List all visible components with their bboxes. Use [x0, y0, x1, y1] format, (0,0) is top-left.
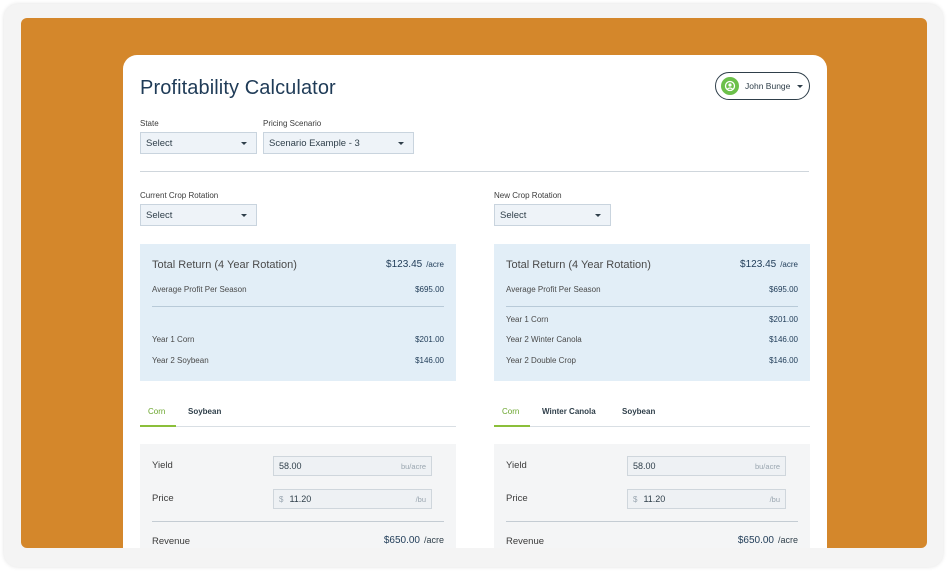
chevron-down-icon: [241, 142, 247, 145]
inputs-divider: [152, 521, 444, 522]
price-unit: /bu: [769, 494, 780, 504]
avg-profit-row: Average Profit Per Season $695.00: [152, 285, 444, 294]
price-input[interactable]: $ 11.20 /bu: [627, 489, 786, 509]
state-select-value: Select: [146, 137, 173, 149]
yield-value: 58.00: [279, 461, 302, 471]
avg-profit-label: Average Profit Per Season: [506, 285, 601, 294]
year-label: Year 2 Winter Canola: [506, 335, 582, 344]
year-row: Year 2 Double Crop $146.00: [506, 356, 798, 365]
revenue-value: $650.00: [383, 535, 420, 546]
tab-soybean[interactable]: Soybean: [188, 407, 221, 416]
chevron-down-icon: [398, 142, 404, 145]
yield-input[interactable]: 58.00 bu/acre: [627, 456, 786, 476]
inputs-divider: [506, 521, 798, 522]
year-row: Year 1 Corn $201.00: [506, 315, 798, 324]
current-rotation-value: Select: [146, 209, 173, 221]
state-select[interactable]: Select: [140, 132, 257, 154]
price-input[interactable]: $ 11.20 /bu: [273, 489, 432, 509]
yield-label: Yield: [152, 460, 173, 471]
year-value: $201.00: [769, 315, 798, 324]
year-value: $146.00: [415, 356, 444, 365]
state-label: State: [140, 119, 159, 128]
summary-total-unit: /acre: [780, 260, 798, 269]
revenue-total: $650.00/acre: [738, 535, 798, 546]
year-label: Year 2 Soybean: [152, 356, 209, 365]
summary-total: $123.45/acre: [740, 259, 798, 270]
revenue-total: $650.00/acre: [384, 535, 444, 546]
yield-unit: bu/acre: [754, 461, 780, 471]
summary-total-value: $123.45: [386, 259, 423, 270]
user-name: John Bunge: [745, 81, 791, 91]
tab-corn[interactable]: Corn: [148, 407, 165, 416]
chevron-down-icon: [797, 84, 804, 88]
revenue-value: $650.00: [737, 535, 774, 546]
year-value: $146.00: [769, 356, 798, 365]
pricing-scenario-value: Scenario Example - 3: [269, 137, 360, 149]
year-row: Year 1 Corn $201.00: [152, 335, 444, 344]
currency-symbol: $: [633, 494, 638, 504]
summary-divider: [152, 306, 444, 307]
price-unit: /bu: [415, 494, 426, 504]
user-menu-button[interactable]: John Bunge: [715, 72, 810, 100]
chevron-down-icon: [241, 214, 247, 217]
price-label: Price: [506, 493, 528, 504]
calculator-card: Profitability Calculator John Bunge Stat…: [123, 55, 827, 548]
tab-soybean[interactable]: Soybean: [622, 407, 655, 416]
chevron-down-icon: [595, 214, 601, 217]
tab-corn[interactable]: Corn: [502, 407, 519, 416]
page-background: Profitability Calculator John Bunge Stat…: [21, 18, 927, 548]
avg-profit-value: $695.00: [415, 285, 444, 294]
year-value: $146.00: [769, 335, 798, 344]
active-tab-indicator: [140, 425, 176, 427]
section-divider: [140, 171, 809, 172]
revenue-label: Revenue: [506, 536, 545, 547]
year-label: Year 2 Double Crop: [506, 356, 576, 365]
revenue-label: Revenue: [152, 536, 191, 547]
page-title: Profitability Calculator: [140, 77, 336, 99]
year-row: Year 2 Winter Canola $146.00: [506, 335, 798, 344]
avg-profit-label: Average Profit Per Season: [152, 285, 247, 294]
current-summary-panel: Total Return (4 Year Rotation) $123.45/a…: [140, 244, 456, 381]
new-rotation-select[interactable]: Select: [494, 204, 611, 226]
avg-profit-value: $695.00: [769, 285, 798, 294]
summary-total-value: $123.45: [740, 259, 777, 270]
active-tab-indicator: [494, 425, 530, 427]
year-value: $201.00: [415, 335, 444, 344]
pricing-scenario-label: Pricing Scenario: [263, 119, 322, 128]
current-crop-tabs: Corn Soybean: [140, 400, 456, 427]
summary-total-unit: /acre: [426, 260, 444, 269]
price-value: 11.20: [643, 494, 666, 504]
new-summary-panel: Total Return (4 Year Rotation) $123.45/a…: [494, 244, 810, 381]
current-rotation-label: Current Crop Rotation: [140, 191, 219, 200]
new-crop-inputs: Yield 58.00 bu/acre Price $ 11.20 /bu Re…: [494, 444, 810, 548]
current-crop-inputs: Yield 58.00 bu/acre Price $ 11.20 /bu Re…: [140, 444, 456, 548]
revenue-unit: /acre: [777, 535, 798, 545]
yield-input[interactable]: 58.00 bu/acre: [273, 456, 432, 476]
year-label: Year 1 Corn: [506, 315, 549, 324]
revenue-unit: /acre: [423, 535, 444, 545]
yield-value: 58.00: [633, 461, 656, 471]
new-crop-tabs: Corn Winter Canola Soybean: [494, 400, 810, 427]
price-value: 11.20: [289, 494, 312, 504]
tab-winter-canola[interactable]: Winter Canola: [542, 407, 596, 416]
user-avatar-icon: [721, 77, 739, 95]
new-rotation-label: New Crop Rotation: [494, 191, 562, 200]
new-rotation-value: Select: [500, 209, 527, 221]
yield-label: Yield: [506, 460, 527, 471]
avg-profit-row: Average Profit Per Season $695.00: [506, 285, 798, 294]
price-label: Price: [152, 493, 174, 504]
yield-unit: bu/acre: [400, 461, 426, 471]
summary-total: $123.45/acre: [386, 259, 444, 270]
current-rotation-select[interactable]: Select: [140, 204, 257, 226]
summary-divider: [506, 306, 798, 307]
year-row: Year 2 Soybean $146.00: [152, 356, 444, 365]
summary-title: Total Return (4 Year Rotation): [152, 259, 297, 271]
pricing-scenario-select[interactable]: Scenario Example - 3: [263, 132, 414, 154]
summary-title: Total Return (4 Year Rotation): [506, 259, 651, 271]
year-label: Year 1 Corn: [152, 335, 195, 344]
currency-symbol: $: [279, 494, 284, 504]
